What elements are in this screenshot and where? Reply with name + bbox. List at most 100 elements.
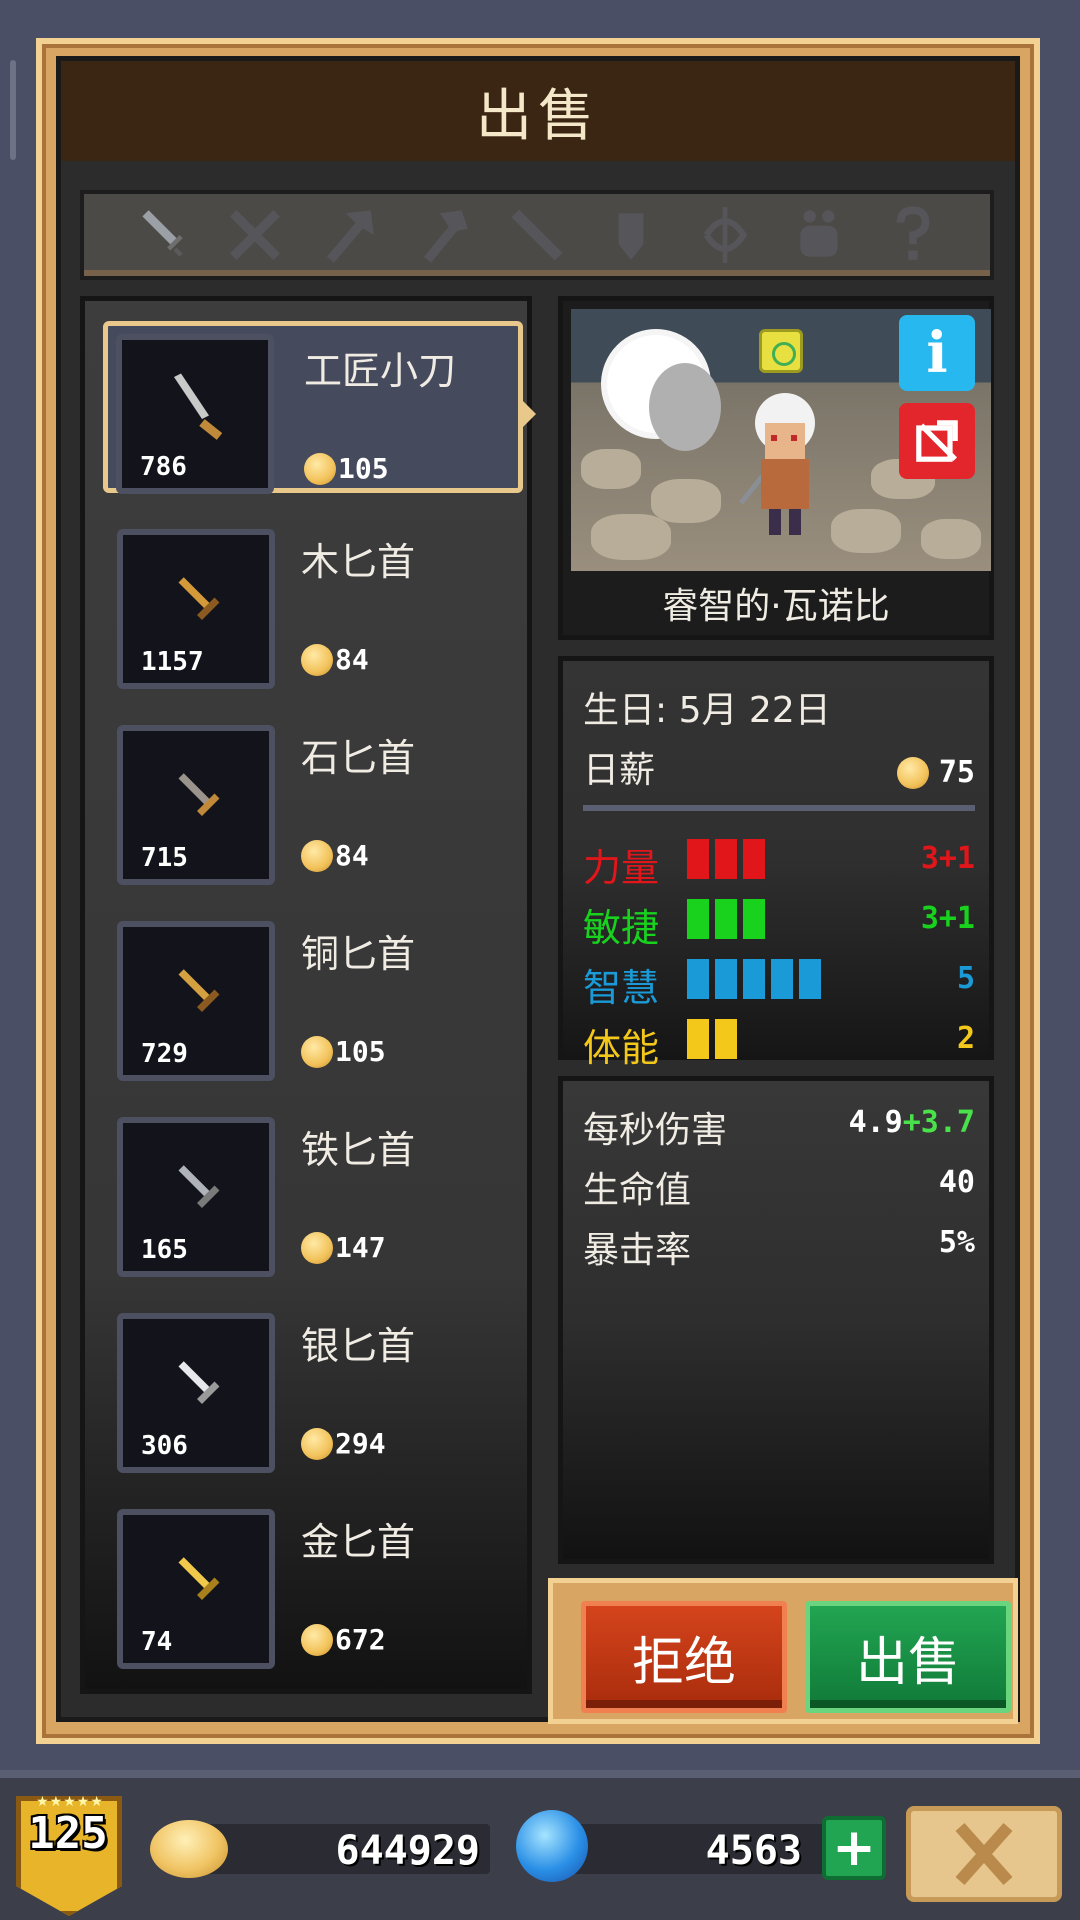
dialog-title: 出售 bbox=[476, 83, 600, 149]
bow-icon bbox=[703, 207, 748, 263]
hammer-icon bbox=[423, 210, 468, 263]
dismiss-hero-button[interactable] bbox=[899, 403, 975, 479]
tab-shield[interactable] bbox=[596, 200, 666, 270]
list-item[interactable]: 306 银匕首 294 bbox=[105, 1301, 521, 1473]
dagger-icon bbox=[178, 1165, 220, 1208]
attribute-row: 体能 2 bbox=[583, 1013, 975, 1070]
player-level: 125 bbox=[28, 1808, 108, 1859]
item-thumbnail: 306 bbox=[117, 1313, 275, 1473]
hp-value: 40 bbox=[938, 1165, 975, 1200]
gem-value: 4563 bbox=[705, 1828, 802, 1874]
dagger-icon bbox=[178, 1361, 220, 1404]
tab-axe[interactable] bbox=[314, 200, 384, 270]
attribute-value: 3+1 bbox=[920, 901, 975, 936]
attribute-value: 2 bbox=[956, 1021, 975, 1056]
attribute-value: 5 bbox=[956, 961, 975, 996]
list-item[interactable]: 74 金匕首 672 bbox=[105, 1497, 521, 1669]
item-thumbnail: 715 bbox=[117, 725, 275, 885]
salary-value: 75 bbox=[896, 755, 975, 790]
add-gems-button[interactable]: + bbox=[822, 1816, 886, 1880]
item-stock: 786 bbox=[140, 452, 187, 482]
tab-bow[interactable] bbox=[690, 200, 760, 270]
gold-coin-icon bbox=[301, 1035, 333, 1068]
item-stock: 1157 bbox=[141, 647, 204, 677]
action-bar: 拒绝 出售 bbox=[548, 1578, 1018, 1724]
gold-coin-icon bbox=[301, 839, 333, 872]
item-name: 石匕首 bbox=[301, 736, 416, 780]
dps-value: 4.9+3.7 bbox=[848, 1105, 975, 1140]
list-item[interactable]: 165 铁匕首 147 bbox=[105, 1105, 521, 1277]
tab-staff[interactable] bbox=[502, 200, 572, 270]
pot-icon bbox=[800, 210, 838, 257]
gold-coin-icon bbox=[301, 1231, 333, 1264]
axe-icon bbox=[326, 210, 374, 263]
crossed-swords-icon bbox=[230, 210, 280, 260]
item-name: 铜匕首 bbox=[301, 932, 416, 976]
item-name: 银匕首 bbox=[301, 1324, 416, 1368]
item-name: 金匕首 bbox=[301, 1520, 416, 1564]
attribute-pip bbox=[715, 839, 737, 879]
attribute-pip bbox=[715, 959, 737, 999]
screen-edge-scroll bbox=[10, 60, 16, 160]
item-price: 294 bbox=[301, 1427, 386, 1460]
tab-hammer[interactable] bbox=[408, 200, 478, 270]
item-price: 672 bbox=[301, 1623, 386, 1656]
list-item-selected[interactable]: 786 工匠小刀 105 bbox=[103, 321, 536, 494]
attribute-label: 力量 bbox=[583, 846, 660, 890]
attribute-pip bbox=[799, 959, 821, 999]
item-price: 105 bbox=[304, 452, 389, 485]
attribute-pip bbox=[687, 839, 709, 879]
item-thumbnail: 1157 bbox=[117, 529, 275, 689]
item-stock: 165 bbox=[141, 1235, 188, 1265]
hp-label: 生命值 bbox=[583, 1170, 692, 1211]
item-thumbnail: 729 bbox=[117, 921, 275, 1081]
hero-name-bar: 睿智的·瓦诺比 bbox=[563, 571, 989, 635]
reject-button[interactable]: 拒绝 bbox=[581, 1601, 787, 1713]
attribute-bars bbox=[687, 1019, 737, 1059]
close-button[interactable] bbox=[906, 1806, 1062, 1902]
gold-coin-icon bbox=[896, 756, 929, 789]
item-stock: 715 bbox=[141, 843, 188, 873]
gold-coin-icon bbox=[150, 1820, 228, 1878]
item-price: 84 bbox=[301, 643, 369, 676]
tab-dagger[interactable] bbox=[126, 200, 196, 270]
tab-pot[interactable] bbox=[784, 200, 854, 270]
gem-counter: 4563 bbox=[556, 1824, 846, 1874]
item-name: 铁匕首 bbox=[301, 1128, 416, 1172]
info-button[interactable]: i bbox=[899, 315, 975, 391]
gem-icon bbox=[516, 1810, 588, 1882]
attribute-label: 智慧 bbox=[583, 966, 660, 1010]
gold-value: 644929 bbox=[335, 1828, 481, 1874]
crit-row: 暴击率 5% bbox=[583, 1221, 975, 1271]
item-thumbnail: 786 bbox=[116, 334, 274, 494]
dagger-icon bbox=[178, 773, 220, 816]
attribute-value: 3+1 bbox=[920, 841, 975, 876]
item-stock: 729 bbox=[141, 1039, 188, 1069]
list-item[interactable]: 715 石匕首 84 bbox=[105, 713, 521, 885]
list-item[interactable]: 729 铜匕首 105 bbox=[105, 909, 521, 1081]
attribute-pip bbox=[743, 839, 765, 879]
category-tabs bbox=[80, 190, 994, 280]
item-price: 147 bbox=[301, 1231, 386, 1264]
item-name: 木匕首 bbox=[301, 540, 416, 584]
item-thumbnail: 74 bbox=[117, 1509, 275, 1669]
resource-bar: ★★★★★ 125 644929 4563 + bbox=[0, 1770, 1080, 1920]
gold-coin-icon bbox=[301, 1623, 333, 1656]
dagger-icon bbox=[178, 577, 220, 620]
list-item[interactable]: 1157 木匕首 84 bbox=[105, 517, 521, 689]
plus-icon: + bbox=[832, 1818, 876, 1878]
wall-stone bbox=[651, 479, 721, 523]
dagger-icon bbox=[178, 969, 220, 1012]
tab-sword[interactable] bbox=[220, 200, 290, 270]
sell-button[interactable]: 出售 bbox=[805, 1601, 1011, 1713]
dps-label: 每秒伤害 bbox=[583, 1110, 728, 1151]
item-price: 84 bbox=[301, 839, 369, 872]
attribute-pip bbox=[687, 899, 709, 939]
item-list: 786 工匠小刀 105 1157 木匕首 84 715 石匕首 84 729 … bbox=[80, 296, 536, 1694]
dps-row: 每秒伤害 4.9+3.7 bbox=[583, 1101, 975, 1151]
attribute-bars bbox=[687, 839, 765, 879]
hero-stats-panel: 生日: 5月 22日 日薪 75 力量 3+1 敏捷 3+1 智慧 5 体能 2 bbox=[558, 656, 994, 1070]
attribute-bars bbox=[687, 959, 821, 999]
dismiss-icon bbox=[916, 420, 958, 462]
tab-misc[interactable] bbox=[878, 200, 948, 270]
